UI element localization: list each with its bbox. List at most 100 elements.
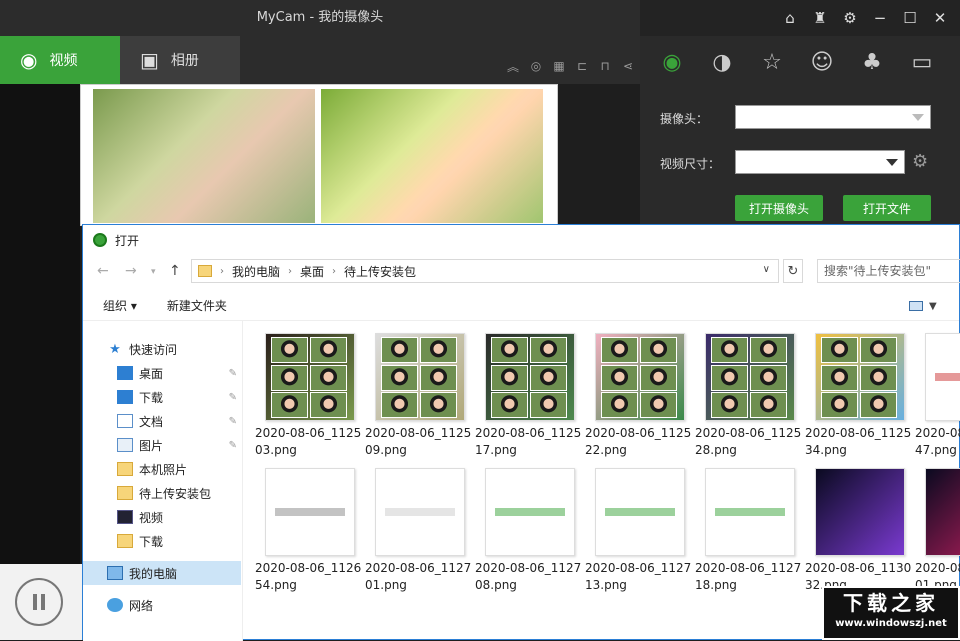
watermark-title: 下载之家 [843,591,939,615]
thumbnail-face [271,392,309,419]
sidebar-item[interactable]: ★ 快速访问 [83,337,241,361]
file-item[interactable]: 2020-08-06_112713.png [585,456,691,592]
file-item[interactable]: 2020-08-06_113032.png [805,456,911,592]
sidebar-item[interactable]: 待上传安装包 [83,481,241,505]
tab-album[interactable]: ▣ 相册 [120,36,240,84]
forward-arrow-icon[interactable]: → [125,263,137,279]
effects-bar: ◉ ◑ ☆ ☺ ♣ ▭ [654,44,940,80]
thumbnail-face [821,337,859,364]
file-item[interactable]: 2020-08-06_112517.png [475,321,581,457]
tab-album-label: 相册 [170,53,199,69]
maximize-icon[interactable]: ☐ [898,6,922,30]
sidebar-item[interactable]: 下载 [83,529,241,553]
file-item[interactable]: 2020-08-06_112522.png [585,321,691,457]
file-thumbnail [375,333,465,421]
close-icon[interactable]: ✕ [928,6,952,30]
tab-video-label: 视频 [49,53,78,69]
breadcrumb-item[interactable]: 桌面 [300,263,324,280]
back-arrow-icon[interactable]: ← [97,263,109,279]
file-item[interactable]: 2020-08-06_112718.png [695,456,801,592]
thumbnail-face [601,337,639,364]
chevron-down-icon[interactable]: ∨ [763,264,770,275]
file-item[interactable]: 2020-08-06_113101.png [915,456,960,592]
thumbnail-face [750,392,787,419]
file-item[interactable]: 2020-08-06_112503.png [255,321,361,457]
share-icon[interactable]: ⋖ [620,58,636,74]
film-icon: ▣ [140,48,159,72]
breadcrumb-item[interactable]: 我的电脑 [232,263,280,280]
preview-left-margin [0,84,80,564]
address-bar[interactable]: › 我的电脑 › 桌面 › 待上传安装包 ∨ [191,259,779,283]
sidebar-item[interactable]: 桌面 ✎ [83,361,241,385]
desktop-icon [117,366,133,380]
camera-select[interactable] [735,105,931,129]
file-item[interactable]: 2020-08-06_112701.png [365,456,471,592]
app-icon [93,233,107,247]
file-thumbnail [485,468,575,556]
watermark-logo: 下载之家 www.windowszj.net [822,586,960,640]
thumbnail-face [860,364,897,391]
file-item[interactable]: 2020-08-06_112708.png [475,456,581,592]
file-item[interactable]: 2020-08-06_112534.png [805,321,911,457]
pause-button[interactable] [15,578,63,626]
thumbnail-face [530,337,567,364]
clover-icon[interactable]: ♣ [854,44,890,80]
file-item[interactable]: 2020-08-06_112654.png [255,456,361,592]
sidebar-item[interactable]: 下载 ✎ [83,385,241,409]
lock-icon[interactable]: ⊓ [597,58,613,74]
up-arrow-icon[interactable]: ↑ [169,263,181,279]
thumbnail-face [381,392,419,419]
star-icon: ★ [109,342,121,357]
gear-icon[interactable]: ⚙ [838,6,862,30]
preview-toolbar: ︽ ◎ ▦ ⊏ ⊓ ⋖ [505,58,636,74]
qrcode-icon[interactable]: ▦ [551,58,567,74]
chevron-down-icon [912,114,924,121]
thumbnail-face [711,337,749,364]
settings-gear-icon[interactable]: ⚙ [912,151,928,172]
magic-wand-icon[interactable]: ☆ [754,44,790,80]
organize-button[interactable]: 组织 ▾ [103,297,137,314]
mask-icon[interactable]: ☺ [804,44,840,80]
sidebar-item[interactable]: 视频 [83,505,241,529]
file-name: 2020-08-06_112654.png [255,561,362,592]
home-icon[interactable]: ⌂ [778,6,802,30]
file-item[interactable]: 2020-08-06_112509.png [365,321,471,457]
file-name: 2020-08-06_112534.png [805,426,912,457]
search-input[interactable]: 搜索"待上传安装包" [817,259,960,283]
open-camera-button[interactable]: 打开摄像头 [735,195,823,221]
new-folder-button[interactable]: 新建文件夹 [167,297,227,314]
open-file-button[interactable]: 打开文件 [843,195,931,221]
recent-dropdown-icon[interactable]: ▾ [151,267,156,277]
tab-video[interactable]: ◉ 视频 [0,36,120,84]
file-item[interactable]: 2020-08-06_112528.png [695,321,801,457]
view-options-button[interactable]: ▼ [909,299,941,313]
thumbnail-content [714,507,786,517]
sidebar-item[interactable]: 我的电脑 [83,561,241,585]
sidebar-item-label: 待上传安装包 [139,486,212,501]
frame-icon[interactable]: ▭ [904,44,940,80]
chevron-down-icon [886,159,898,166]
network-icon [107,598,123,612]
collapse-icon[interactable]: ︽ [505,58,521,74]
file-thumbnail [925,333,960,421]
file-item[interactable]: 2020-08-06_112647.png [915,321,960,457]
shirt-icon[interactable]: ♜ [808,6,832,30]
sidebar-item-label: 图片 [139,438,164,453]
minimize-icon[interactable]: − [868,6,892,30]
camera-label: 摄像头： [660,112,709,126]
sidebar-item[interactable]: 图片 ✎ [83,433,241,457]
palette-icon[interactable]: ◑ [704,44,740,80]
pin-icon: ✎ [228,415,237,427]
thumbnail-face [381,364,419,391]
refresh-icon[interactable]: ↻ [783,259,803,283]
sidebar-item[interactable]: 网络 [83,593,241,617]
camera-icon[interactable]: ◉ [654,44,690,80]
sidebar-item[interactable]: 本机照片 [83,457,241,481]
thumbnail-face [310,364,347,391]
broadcast-icon[interactable]: ◎ [528,58,544,74]
thumbnail-face [420,392,457,419]
crop-icon[interactable]: ⊏ [574,58,590,74]
video-size-select[interactable] [735,150,905,174]
breadcrumb-item[interactable]: 待上传安装包 [344,263,416,280]
sidebar-item[interactable]: 文档 ✎ [83,409,241,433]
